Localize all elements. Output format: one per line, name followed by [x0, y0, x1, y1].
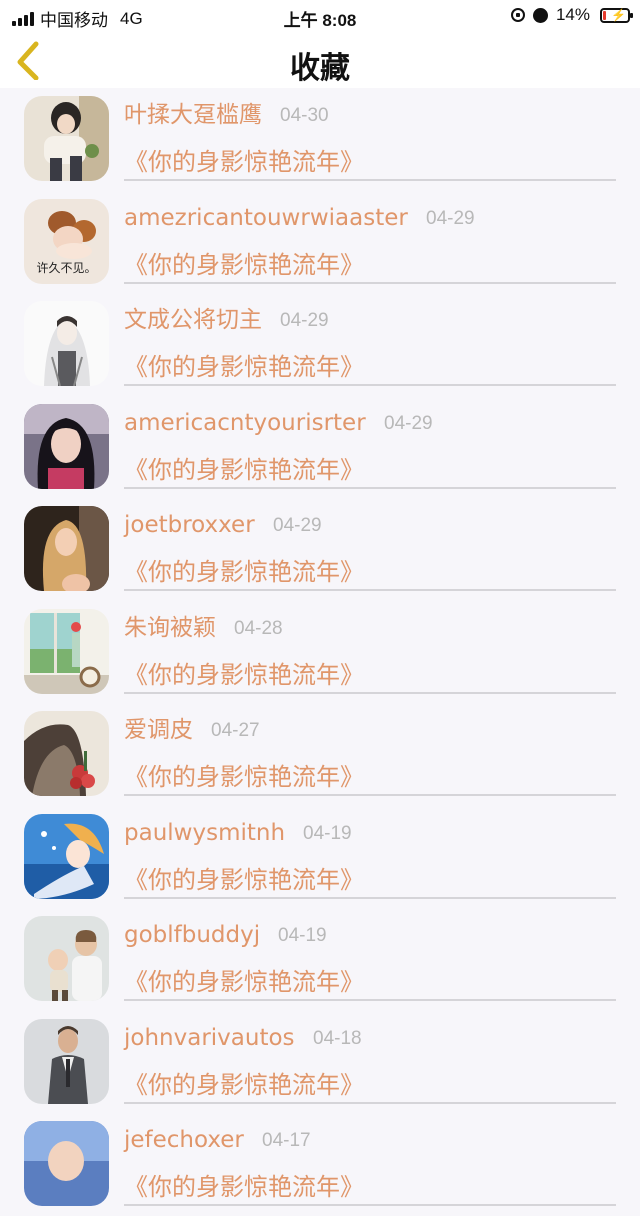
item-divider: [124, 999, 616, 1001]
item-divider: [124, 179, 616, 181]
favorite-work-title: 《你的身影惊艳流年》: [124, 455, 364, 484]
item-divider: [124, 794, 616, 796]
status-bar: 中国移动 4G 上午 8:08 14% ⚡: [0, 0, 640, 32]
favorite-user-name: amezricantouwrwiaaster: [124, 204, 408, 231]
favorite-work-title: 《你的身影惊艳流年》: [124, 660, 364, 689]
charging-bolt-icon: ⚡: [611, 7, 626, 22]
avatar[interactable]: [24, 711, 109, 796]
item-divider: [124, 896, 616, 899]
favorite-user-name: 朱询被颖: [124, 614, 216, 641]
avatar[interactable]: [24, 813, 109, 899]
favorite-item[interactable]: 许久不见。 amezricantouwrwiaaster 04-29 《你的身影惊艳流…: [0, 191, 640, 294]
avatar[interactable]: [24, 403, 109, 489]
item-divider: [124, 1204, 616, 1206]
item-divider: [124, 1101, 616, 1104]
favorite-date: 04-18: [313, 1027, 362, 1049]
favorite-item[interactable]: jefechoxer 04-17 《你的身影惊艳流年》: [0, 1113, 640, 1216]
favorite-work-title: 《你的身影惊艳流年》: [124, 968, 364, 996]
favorite-work-title: 《你的身影惊艳流年》: [124, 558, 364, 586]
favorite-user-name: jefechoxer: [124, 1127, 244, 1153]
favorite-user-name: paulwysmitnh: [124, 819, 286, 846]
avatar[interactable]: [24, 916, 109, 1001]
favorite-user-name: joetbroxxer: [124, 512, 255, 538]
alarm-icon: [532, 7, 548, 23]
page-title: 收藏: [290, 51, 350, 86]
battery-percent: 14%: [555, 5, 590, 24]
avatar[interactable]: [24, 301, 109, 386]
favorite-work-title: 《你的身影惊艳流年》: [124, 148, 364, 176]
favorite-item[interactable]: goblfbuddyj 04-19 《你的身影惊艳流年》: [0, 908, 640, 1011]
item-divider: [124, 589, 616, 591]
favorite-item[interactable]: 文成公将切主 04-29 《你的身影惊艳流年》: [0, 293, 640, 396]
favorite-date: 04-27: [211, 720, 260, 741]
avatar-caption: 许久不见。: [36, 260, 97, 275]
favorite-date: 04-29: [280, 310, 329, 331]
favorite-item[interactable]: 叶揉大趸槛鹰 04-30 《你的身影惊艳流年》: [0, 88, 640, 191]
status-right: 14% ⚡: [510, 5, 633, 25]
favorite-date: 04-19: [278, 925, 327, 946]
item-divider: [124, 486, 616, 489]
avatar[interactable]: [24, 96, 109, 181]
favorite-work-title: 《你的身影惊艳流年》: [124, 1070, 364, 1099]
avatar[interactable]: [24, 608, 109, 694]
favorite-item[interactable]: joetbroxxer 04-29 《你的身影惊艳流年》: [0, 498, 640, 601]
favorite-user-name: 叶揉大趸槛鹰: [124, 102, 262, 128]
avatar[interactable]: [24, 1121, 109, 1206]
favorite-item[interactable]: paulwysmitnh 04-19 《你的身影惊艳流年》: [0, 806, 640, 909]
favorite-item[interactable]: 爱调皮 04-27 《你的身影惊艳流年》: [0, 703, 640, 806]
favorites-list: 叶揉大趸槛鹰 04-30 《你的身影惊艳流年》 许久不见。 amezricantouwr…: [0, 88, 640, 1216]
battery-fill: [603, 10, 606, 20]
favorite-work-title: 《你的身影惊艳流年》: [124, 1173, 364, 1201]
favorite-user-name: goblfbuddyj: [124, 922, 261, 948]
favorite-date: 04-29: [273, 515, 322, 536]
avatar[interactable]: [24, 506, 109, 591]
battery-icon: ⚡: [600, 7, 633, 23]
favorite-user-name: americacntyourisrter: [124, 409, 366, 436]
favorite-user-name: 文成公将切主: [124, 307, 262, 333]
favorite-work-title: 《你的身影惊艳流年》: [124, 865, 364, 894]
favorite-date: 04-29: [384, 412, 433, 434]
item-divider: [124, 691, 616, 694]
favorite-work-title: 《你的身影惊艳流年》: [124, 353, 364, 381]
favorite-item[interactable]: americacntyourisrter 04-29 《你的身影惊艳流年》: [0, 396, 640, 499]
avatar[interactable]: [24, 1018, 109, 1104]
favorite-item[interactable]: johnvarivautos 04-18 《你的身影惊艳流年》: [0, 1011, 640, 1114]
favorite-work-title: 《你的身影惊艳流年》: [124, 763, 364, 791]
avatar[interactable]: 许久不见。: [24, 198, 109, 284]
favorite-date: 04-30: [280, 105, 329, 126]
favorite-date: 04-19: [303, 822, 352, 844]
favorite-user-name: johnvarivautos: [124, 1024, 295, 1051]
favorite-work-title: 《你的身影惊艳流年》: [124, 250, 364, 279]
favorite-date: 04-29: [426, 207, 475, 229]
favorite-date: 04-17: [262, 1130, 311, 1151]
nav-bar: 收藏: [0, 32, 640, 88]
item-divider: [124, 384, 616, 386]
item-divider: [124, 281, 616, 284]
favorite-item[interactable]: 朱询被颖 04-28 《你的身影惊艳流年》: [0, 601, 640, 704]
favorite-date: 04-28: [234, 617, 283, 639]
rotation-lock-icon: [510, 8, 525, 22]
favorite-user-name: 爱调皮: [124, 717, 193, 743]
